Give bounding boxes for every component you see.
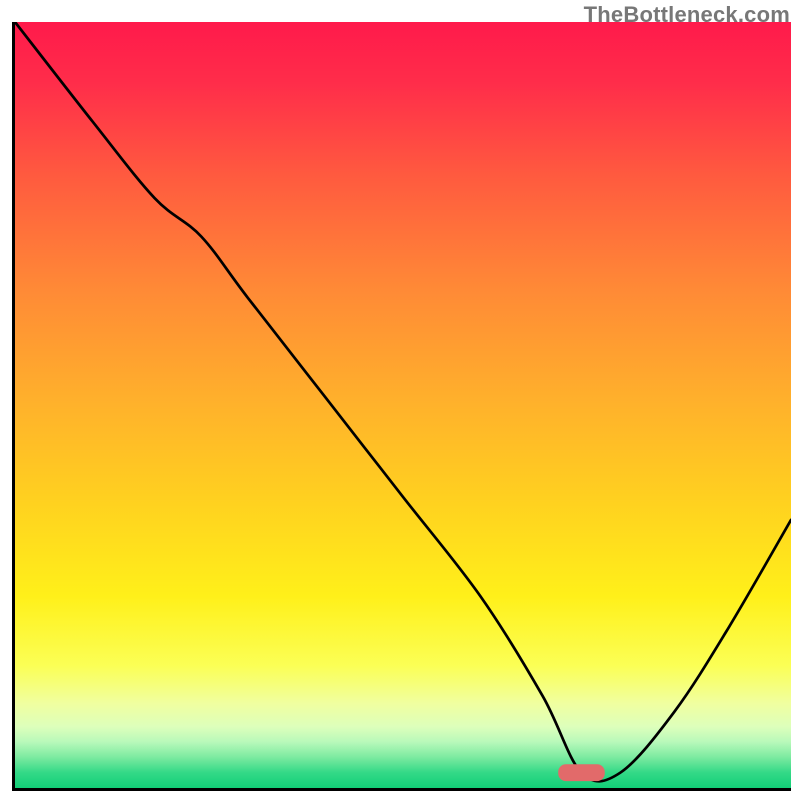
plot-axes — [12, 22, 791, 791]
watermark-attribution: TheBottleneck.com — [584, 2, 790, 28]
chart-frame: TheBottleneck.com — [0, 0, 800, 800]
